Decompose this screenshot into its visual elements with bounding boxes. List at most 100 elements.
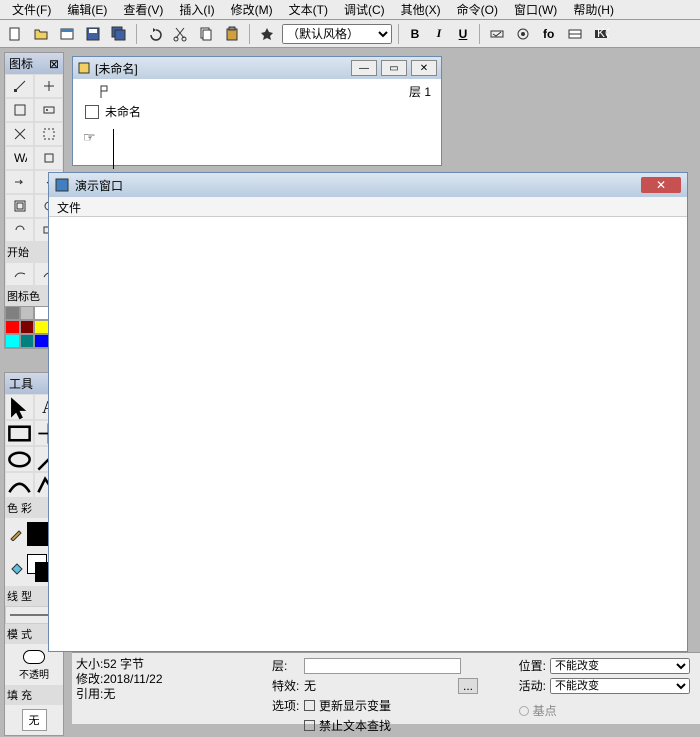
- demo-window-title: 演示窗口: [75, 177, 123, 194]
- bucket-icon: [9, 561, 23, 575]
- layer-input[interactable]: [304, 658, 461, 674]
- color-swatch[interactable]: [20, 334, 35, 348]
- icon-tool-8[interactable]: [34, 146, 63, 170]
- icon-tool-7[interactable]: WAIT: [5, 146, 34, 170]
- color-swatch[interactable]: [20, 320, 35, 334]
- new-file-button[interactable]: [4, 23, 26, 45]
- document-window: [未命名] — ▭ ✕ 层 1 未命名 ☞: [72, 56, 442, 166]
- opt1-label: 更新显示变量: [319, 697, 391, 714]
- icon-tool-13[interactable]: [5, 218, 34, 242]
- toolbar: （默认风格） B I U fo KO: [0, 20, 700, 48]
- demo-canvas[interactable]: [49, 217, 687, 651]
- paste-button[interactable]: [221, 23, 243, 45]
- undo-button[interactable]: [143, 23, 165, 45]
- menu-other[interactable]: 其他(X): [393, 0, 449, 20]
- icon-tool-1[interactable]: [5, 74, 34, 98]
- tree-node-label[interactable]: 未命名: [105, 103, 141, 120]
- timeline-line: [113, 129, 114, 169]
- effect-browse-button[interactable]: ...: [458, 678, 478, 694]
- color-swatch[interactable]: [34, 334, 49, 348]
- minimize-button[interactable]: —: [351, 60, 377, 76]
- flag-icon: [97, 85, 111, 99]
- color-swatch[interactable]: [5, 320, 20, 334]
- menu-bar: 文件(F) 编辑(E) 查看(V) 插入(I) 修改(M) 文本(T) 调试(C…: [0, 0, 700, 20]
- icon-tool-5[interactable]: [5, 122, 34, 146]
- color-swatch[interactable]: [5, 306, 20, 320]
- menu-help[interactable]: 帮助(H): [565, 0, 622, 20]
- menu-window[interactable]: 窗口(W): [506, 0, 565, 20]
- fill-none-button[interactable]: 无: [22, 709, 47, 731]
- demo-close-button[interactable]: ✕: [641, 177, 681, 193]
- tree-node-icon[interactable]: [85, 105, 99, 119]
- demo-menubar: 文件: [49, 197, 687, 217]
- menu-debug[interactable]: 调试(C): [336, 0, 393, 20]
- menu-view[interactable]: 查看(V): [115, 0, 171, 20]
- ellipse-tool[interactable]: [5, 446, 34, 472]
- italic-button[interactable]: I: [429, 26, 449, 41]
- color-swatch[interactable]: [20, 306, 35, 320]
- menu-command[interactable]: 命令(O): [449, 0, 506, 20]
- menu-text[interactable]: 文本(T): [281, 0, 336, 20]
- toolbar-extra-1[interactable]: [486, 23, 508, 45]
- prop-modified: 修改:2018/11/22: [76, 672, 163, 687]
- curve-tool[interactable]: [5, 472, 34, 498]
- color-swatch[interactable]: [34, 320, 49, 334]
- opt1-checkbox[interactable]: [304, 700, 315, 711]
- menu-edit[interactable]: 编辑(E): [59, 0, 115, 20]
- svg-text:fo: fo: [543, 27, 554, 41]
- base-label: 基点: [533, 702, 557, 719]
- effect-value: 无: [304, 677, 454, 694]
- run-button[interactable]: [256, 23, 278, 45]
- svg-text:WAIT: WAIT: [14, 151, 27, 165]
- opt2-label: 禁止文本查找: [319, 717, 391, 734]
- icon-tool-2[interactable]: [34, 74, 63, 98]
- document-titlebar[interactable]: [未命名] — ▭ ✕: [73, 57, 441, 79]
- icon-tool-4[interactable]: [34, 98, 63, 122]
- demo-menu-file[interactable]: 文件: [57, 201, 81, 215]
- opt2-checkbox[interactable]: [304, 720, 315, 731]
- icon-panel-close[interactable]: ⊠: [49, 57, 59, 71]
- copy-button[interactable]: [195, 23, 217, 45]
- bold-button[interactable]: B: [405, 27, 425, 41]
- style-select[interactable]: （默认风格）: [282, 24, 392, 44]
- position-select[interactable]: 不能改变: [550, 658, 690, 674]
- prop-ref: 引用:无: [76, 687, 163, 702]
- toolbar-extra-5[interactable]: KO: [590, 23, 612, 45]
- doc-icon: [77, 61, 91, 75]
- color-swatch[interactable]: [5, 334, 20, 348]
- demo-titlebar[interactable]: 演示窗口 ✕: [49, 173, 687, 197]
- toolbar-extra-2[interactable]: [512, 23, 534, 45]
- activity-select[interactable]: 不能改变: [550, 678, 690, 694]
- mode-indicator[interactable]: [23, 650, 45, 664]
- menu-insert[interactable]: 插入(I): [171, 0, 222, 20]
- pointer-indicator: ☞: [83, 129, 96, 146]
- toolbar-extra-3[interactable]: fo: [538, 23, 560, 45]
- close-button[interactable]: ✕: [411, 60, 437, 76]
- options-prop-label: 选项:: [272, 697, 300, 714]
- icon-tool-11[interactable]: [5, 194, 34, 218]
- start-tool-1[interactable]: [5, 262, 34, 286]
- svg-text:KO: KO: [597, 26, 609, 40]
- menu-modify[interactable]: 修改(M): [223, 0, 281, 20]
- document-title: [未命名]: [95, 60, 138, 77]
- fill-section-label: 填 充: [5, 685, 63, 705]
- cut-button[interactable]: [169, 23, 191, 45]
- layer-prop-label: 层:: [272, 657, 300, 674]
- icon-tool-9[interactable]: [5, 170, 34, 194]
- open-file-button[interactable]: [30, 23, 52, 45]
- menu-file[interactable]: 文件(F): [4, 0, 59, 20]
- toolbar-button-3[interactable]: [56, 23, 78, 45]
- color-swatch[interactable]: [34, 306, 49, 320]
- icon-tool-6[interactable]: [34, 122, 63, 146]
- layer-label: 层 1: [409, 83, 431, 100]
- rect-tool[interactable]: [5, 420, 34, 446]
- opacity-label: 不透明: [9, 666, 59, 681]
- save-all-button[interactable]: [108, 23, 130, 45]
- effect-prop-label: 特效:: [272, 677, 300, 694]
- save-button[interactable]: [82, 23, 104, 45]
- underline-button[interactable]: U: [453, 27, 473, 41]
- icon-tool-3[interactable]: [5, 98, 34, 122]
- pointer-tool[interactable]: [5, 394, 34, 420]
- maximize-button[interactable]: ▭: [381, 60, 407, 76]
- toolbar-extra-4[interactable]: [564, 23, 586, 45]
